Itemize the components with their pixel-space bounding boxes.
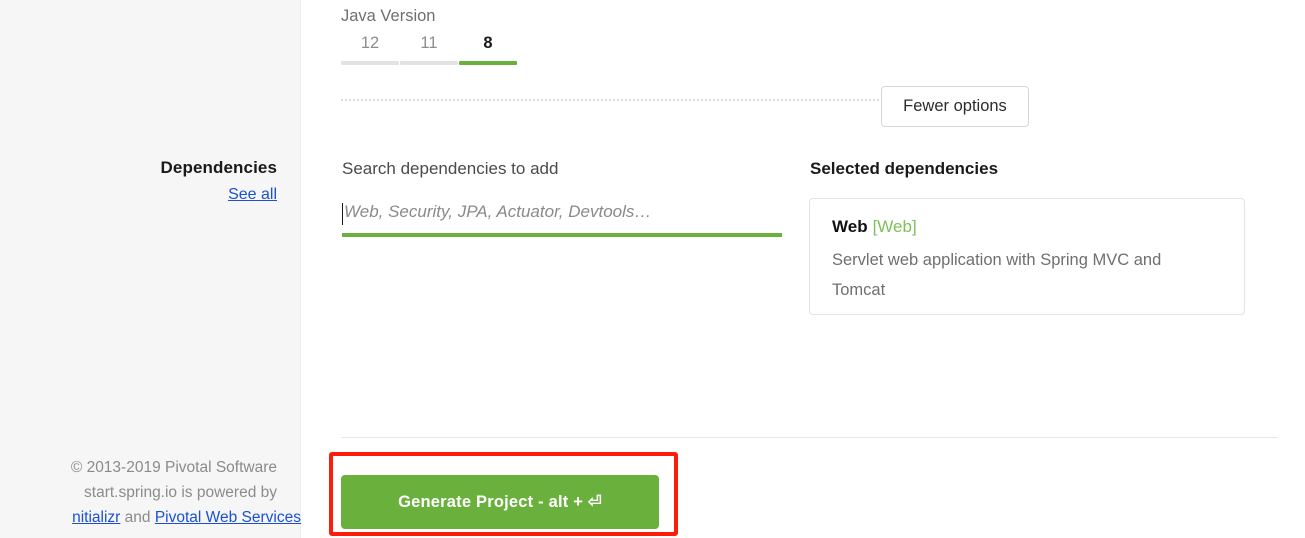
java-version-tabs: 12 11 8 xyxy=(341,32,518,65)
footer-powered-by: start.spring.io is powered by xyxy=(0,480,277,505)
selected-dependencies-heading: Selected dependencies xyxy=(810,157,998,181)
java-version-option-11-underline xyxy=(400,61,458,65)
selected-dependency-name: Web xyxy=(832,217,868,236)
left-rail: Dependencies See all © 2013-2019 Pivotal… xyxy=(0,0,301,538)
bottom-divider xyxy=(341,437,1278,438)
main-column: Java Version 12 11 8 Fewer options Searc… xyxy=(301,0,1305,538)
dependencies-label-block: Dependencies See all xyxy=(17,156,277,206)
selected-dependency-description: Servlet web application with Spring MVC … xyxy=(832,245,1202,305)
pivotal-web-services-link[interactable]: Pivotal Web Services xyxy=(155,509,301,526)
footer: © 2013-2019 Pivotal Software start.sprin… xyxy=(0,455,277,530)
start-spring-io-page: Dependencies See all © 2013-2019 Pivotal… xyxy=(0,0,1305,538)
search-input[interactable] xyxy=(342,200,782,237)
dependencies-label: Dependencies xyxy=(17,156,277,180)
java-version-option-12-label: 12 xyxy=(341,32,399,54)
footer-copyright: © 2013-2019 Pivotal Software xyxy=(0,455,277,480)
selected-dependency-tag: [Web] xyxy=(873,217,917,236)
selected-dependency-title: Web [Web] xyxy=(832,215,917,239)
generate-project-button[interactable]: Generate Project - alt + ⏎ xyxy=(341,475,659,529)
search-heading: Search dependencies to add xyxy=(342,157,558,181)
java-version-option-12-underline xyxy=(341,61,399,65)
java-version-option-11-label: 11 xyxy=(400,32,458,54)
fewer-options-button[interactable]: Fewer options xyxy=(881,86,1029,127)
see-all-link[interactable]: See all xyxy=(228,183,277,206)
java-version-label: Java Version xyxy=(341,5,435,27)
footer-links: nitializr and Pivotal Web Services xyxy=(0,505,301,530)
java-version-option-8[interactable]: 8 xyxy=(459,32,517,65)
text-caret xyxy=(342,203,343,225)
java-version-option-12[interactable]: 12 xyxy=(341,32,399,65)
footer-and-text: and xyxy=(120,509,154,526)
java-version-option-8-label: 8 xyxy=(459,32,517,54)
java-version-option-11[interactable]: 11 xyxy=(400,32,458,65)
java-version-option-8-underline xyxy=(459,61,517,65)
options-divider xyxy=(341,99,971,102)
search-input-wrapper xyxy=(342,200,782,237)
selected-dependency-card[interactable]: Web [Web] Servlet web application with Sp… xyxy=(809,198,1245,315)
initializr-link[interactable]: nitializr xyxy=(72,509,120,526)
